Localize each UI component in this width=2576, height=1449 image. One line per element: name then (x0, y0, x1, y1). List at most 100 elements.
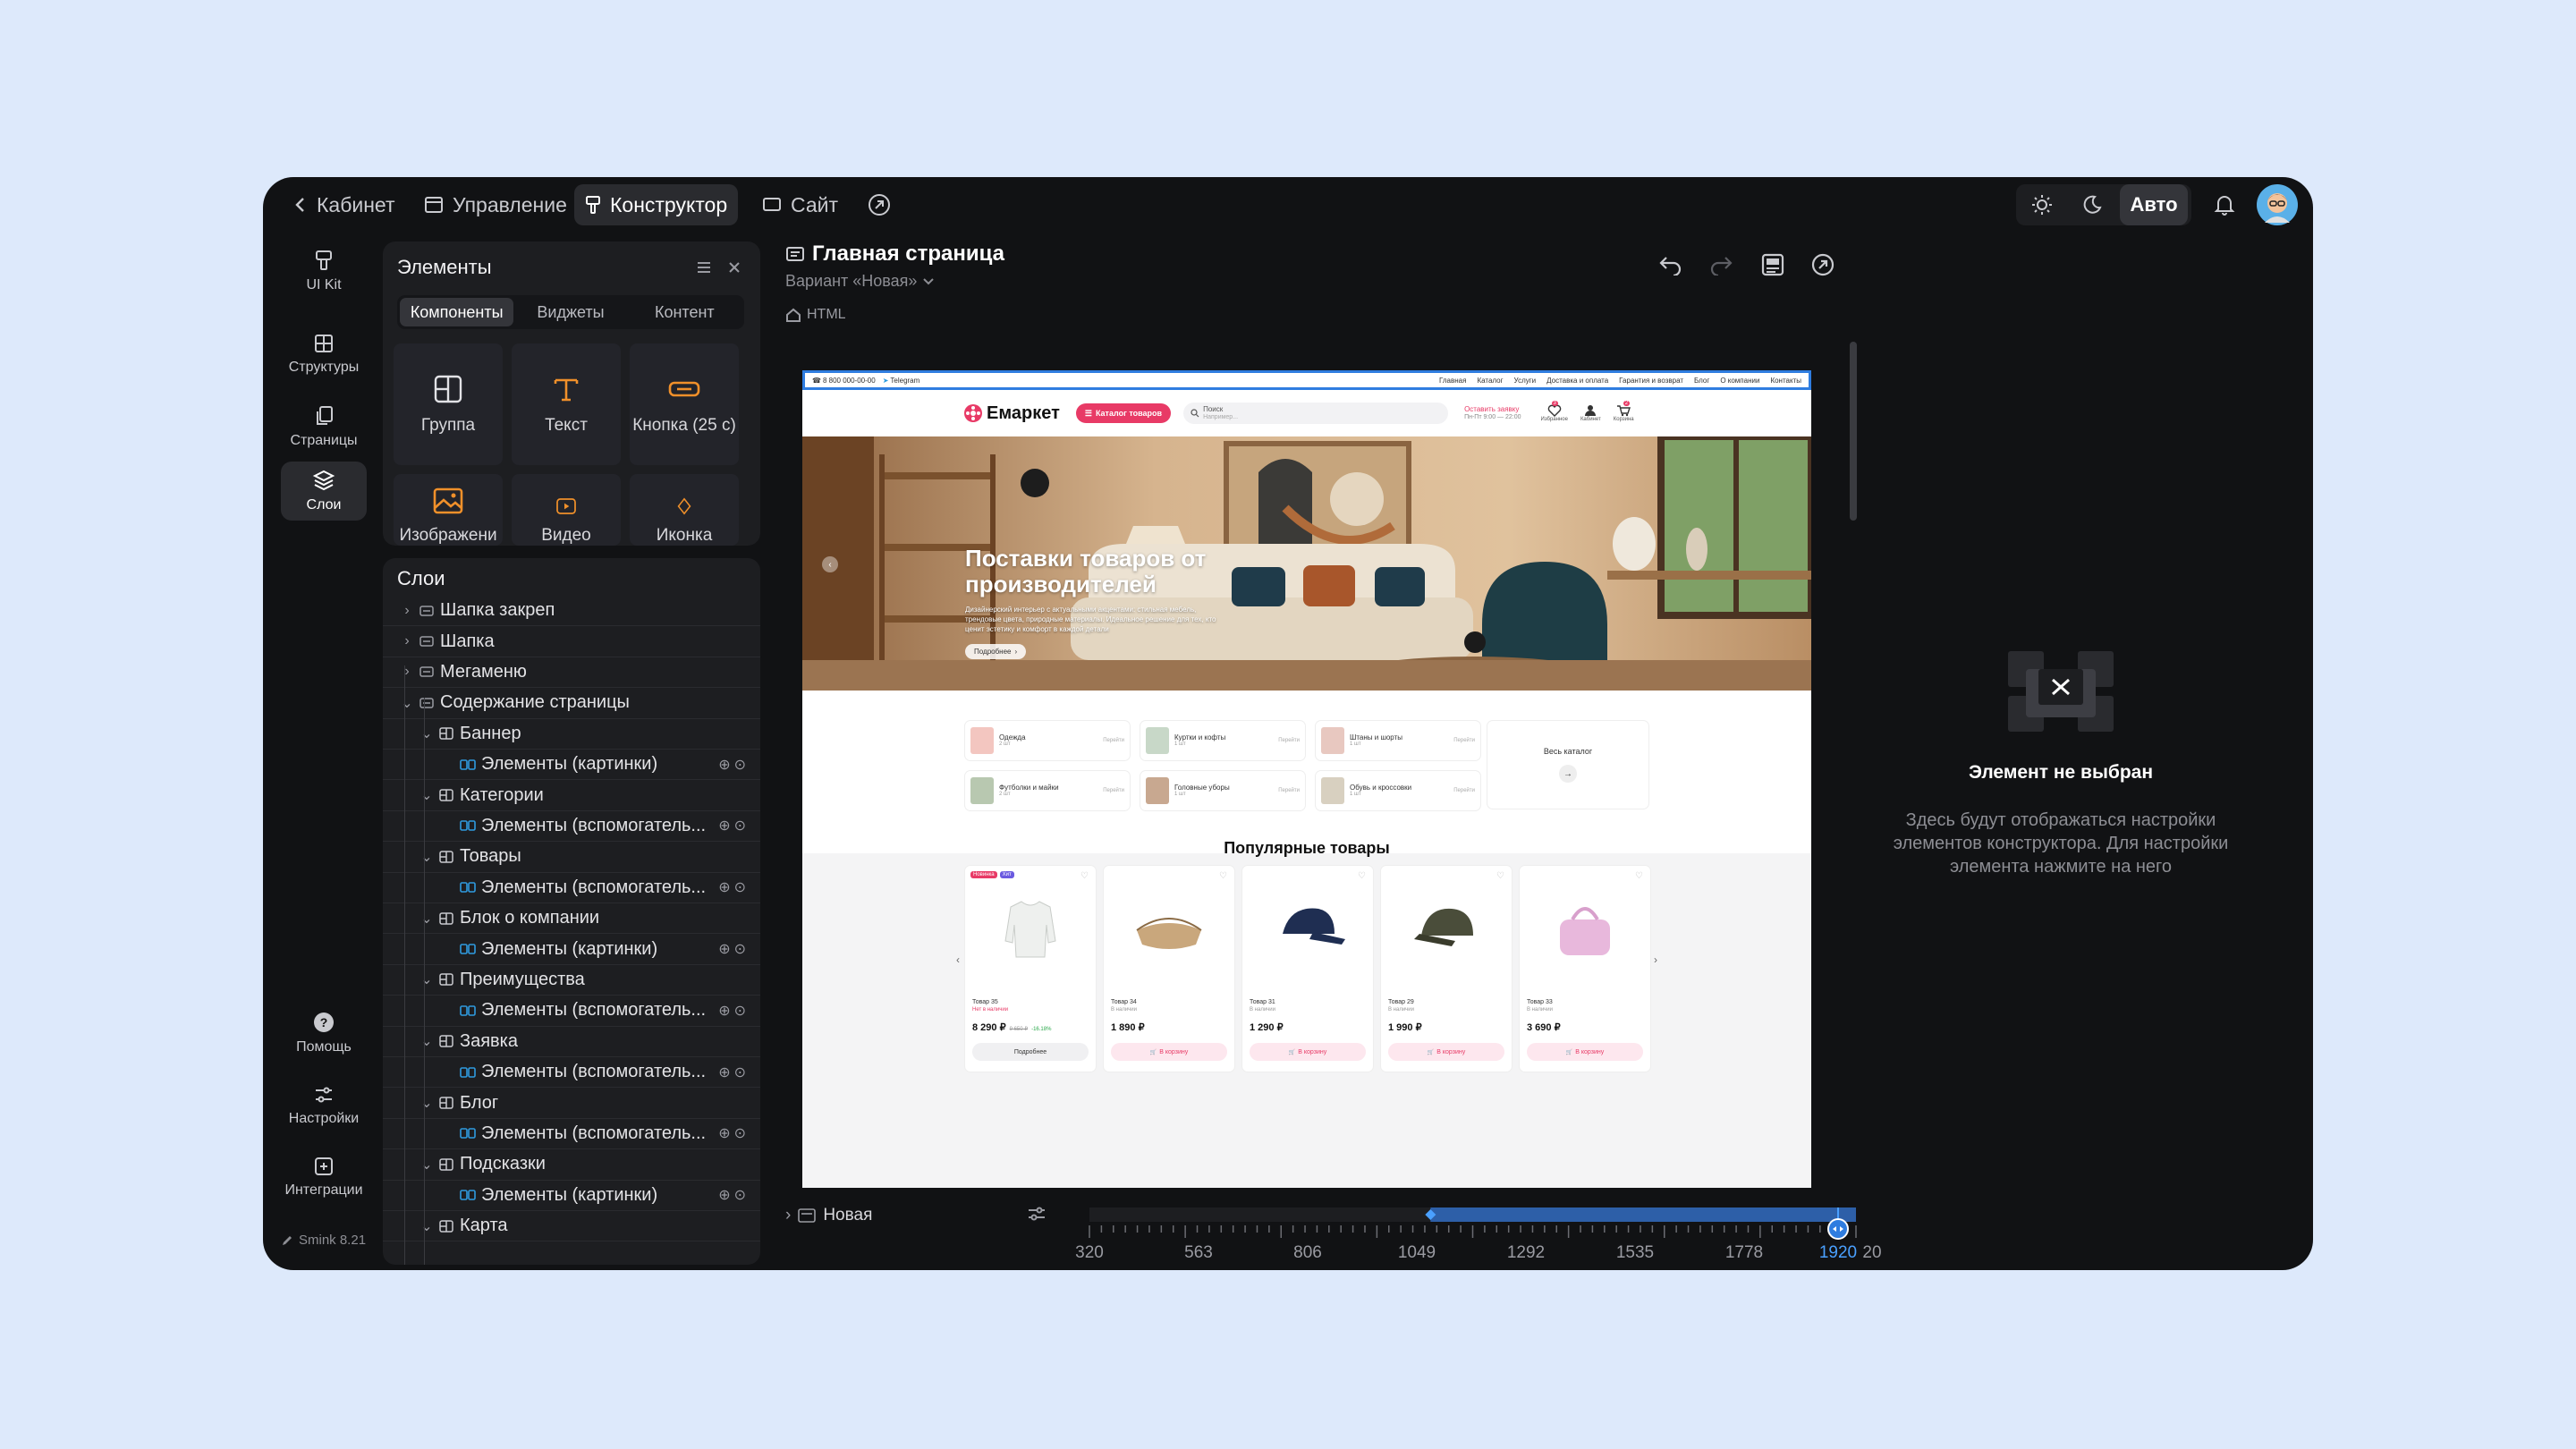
catalog-button[interactable]: ☰ Каталог товаров (1075, 403, 1172, 423)
layer-actions[interactable]: ⊕⊙ (718, 817, 750, 835)
layer-row[interactable]: Элементы (картинки) ⊕⊙ (383, 934, 760, 965)
category-card[interactable]: Куртки и кофты 1 шт Перейти (1140, 721, 1305, 760)
all-catalog-card[interactable]: Весь каталог → (1487, 721, 1648, 809)
product-name[interactable]: Товар 35 (972, 998, 1089, 1006)
header-cart[interactable]: 2 Корзина (1614, 401, 1634, 422)
layer-row[interactable]: ⌄ Подсказки (383, 1149, 760, 1181)
chevron-right-icon[interactable]: › (401, 633, 413, 649)
layer-row[interactable]: › Шапка закреп (383, 596, 760, 627)
rail-item-integrations[interactable]: Интеграции (281, 1148, 367, 1206)
add-to-cart-button[interactable]: 🛒 В корзину (1527, 1043, 1643, 1061)
tile-button[interactable]: Кнопка (25 с) (630, 343, 739, 465)
site-nav-link[interactable]: Главная (1439, 377, 1466, 385)
breadcrumb[interactable]: HTML (785, 307, 1004, 323)
product-card[interactable]: ♡ Товар 29 В наличии 1 990 ₽ 🛒 В корзину (1381, 866, 1512, 1072)
category-link[interactable]: Перейти (1278, 738, 1300, 743)
site-nav-link[interactable]: Контакты (1770, 377, 1801, 385)
open-site-button[interactable] (859, 184, 900, 225)
favorite-icon[interactable]: ♡ (1496, 871, 1504, 881)
category-link[interactable]: Перейти (1453, 788, 1475, 793)
add-to-cart-button[interactable]: 🛒 В корзину (1388, 1043, 1504, 1061)
tab-content[interactable]: Контент (628, 298, 741, 326)
rail-item-ui-kit[interactable]: UI Kit (281, 242, 367, 301)
layer-row[interactable]: ⌄ Баннер (383, 719, 760, 750)
layer-row[interactable]: Элементы (вспомогатель... ⊕⊙ (383, 811, 760, 843)
products-prev-button[interactable]: ‹ (956, 953, 960, 966)
tile-image[interactable]: Изображени (394, 474, 503, 546)
category-card[interactable]: Футболки и майки 2 шт Перейти (965, 771, 1130, 810)
notifications-button[interactable] (2204, 184, 2245, 225)
site-nav-link[interactable]: Доставка и оплата (1546, 377, 1608, 385)
category-card[interactable]: Одежда 2 шт Перейти (965, 721, 1130, 760)
chevron-down-icon[interactable]: ⌄ (420, 848, 433, 866)
chevron-down-icon[interactable]: ⌄ (420, 910, 433, 928)
header-favorites[interactable]: 3 Избранное (1541, 401, 1568, 422)
tile-video[interactable]: Видео (512, 474, 621, 546)
chevron-down-icon[interactable]: ⌄ (420, 786, 433, 804)
layer-row[interactable]: ⌄ Преимущества (383, 965, 760, 996)
chevron-down-icon[interactable]: ⌄ (420, 1032, 433, 1050)
site-logo[interactable]: Емаркет (963, 403, 1060, 424)
nav-constructor[interactable]: Конструктор (574, 184, 739, 225)
canvas-preview[interactable]: ☎ 8 800 000-00-00 ➤ Telegram Главная Ката… (802, 370, 1811, 1188)
chevron-down-icon[interactable]: ⌄ (420, 970, 433, 988)
site-nav-link[interactable]: Гарантия и возврат (1619, 377, 1683, 385)
layer-actions[interactable]: ⊕⊙ (718, 1002, 750, 1020)
product-card[interactable]: ♡ Товар 34 В наличии 1 890 ₽ 🛒 В корзину (1104, 866, 1234, 1072)
canvas-scrollbar[interactable] (1850, 342, 1857, 521)
category-link[interactable]: Перейти (1103, 738, 1124, 743)
layer-row[interactable]: › Мегаменю (383, 657, 760, 689)
request-callback[interactable]: Оставить заявку Пн-Пт 9:00 — 22:00 (1464, 405, 1521, 421)
site-nav-link[interactable]: Услуги (1514, 377, 1537, 385)
layer-row[interactable]: Элементы (вспомогатель... ⊕⊙ (383, 1057, 760, 1089)
layer-actions[interactable]: ⊕⊙ (718, 1124, 750, 1142)
layer-actions[interactable]: ⊕⊙ (718, 1063, 750, 1081)
favorite-icon[interactable]: ♡ (1635, 871, 1643, 881)
rail-item-structures[interactable]: Структуры (281, 326, 367, 383)
product-card[interactable]: ♡ Новинка Хит Товар 35 Нет в наличии 8 290 ₽9… (965, 866, 1096, 1072)
site-telegram[interactable]: Telegram (890, 377, 919, 385)
layer-row[interactable]: ⌄ Карта (383, 1211, 760, 1242)
product-details-button[interactable]: Подробнее (972, 1043, 1089, 1061)
favorite-icon[interactable]: ♡ (1219, 871, 1227, 881)
undo-button[interactable] (1658, 254, 1683, 280)
rail-item-settings[interactable]: Настройки (281, 1077, 367, 1134)
back-to-cabinet-button[interactable]: Кабинет (283, 184, 405, 225)
layer-row[interactable]: ⌄ Категории (383, 780, 760, 811)
layer-row[interactable]: Элементы (вспомогатель... ⊕⊙ (383, 873, 760, 903)
tab-components[interactable]: Компоненты (400, 298, 514, 326)
layer-actions[interactable]: ⊕⊙ (718, 1186, 750, 1204)
list-view-button[interactable] (694, 258, 714, 282)
layer-row[interactable]: ⌄ Содержание страницы (383, 688, 760, 719)
chevron-down-icon[interactable]: ⌄ (420, 1094, 433, 1112)
layer-actions[interactable]: ⊕⊙ (718, 756, 750, 774)
category-card[interactable]: Штаны и шорты 1 шт Перейти (1316, 721, 1480, 760)
products-next-button[interactable]: › (1654, 953, 1657, 966)
active-breakpoint-range[interactable] (1430, 1208, 1856, 1222)
header-account[interactable]: Кабинет (1580, 404, 1601, 422)
favorite-icon[interactable]: ♡ (1080, 871, 1089, 881)
layer-row[interactable]: ⌄ Заявка (383, 1027, 760, 1057)
chevron-down-icon[interactable]: ⌄ (401, 694, 413, 712)
layer-row[interactable]: ⌄ Товары (383, 842, 760, 873)
layer-row[interactable]: Элементы (картинки) ⊕⊙ (383, 750, 760, 781)
tile-icon[interactable]: Иконка (630, 474, 739, 546)
chevron-right-icon[interactable]: › (401, 603, 413, 619)
product-name[interactable]: Товар 33 (1527, 998, 1643, 1006)
tile-text[interactable]: Текст (512, 343, 621, 465)
chevron-down-icon[interactable]: ⌄ (420, 724, 433, 742)
product-name[interactable]: Товар 34 (1111, 998, 1227, 1006)
favorite-icon[interactable]: ♡ (1358, 871, 1366, 881)
user-avatar[interactable] (2254, 182, 2301, 228)
light-theme-button[interactable] (2021, 184, 2063, 225)
chevron-down-icon[interactable]: ⌄ (420, 1156, 433, 1174)
add-to-cart-button[interactable]: 🛒 В корзину (1111, 1043, 1227, 1061)
dark-theme-button[interactable] (2072, 184, 2113, 225)
category-card[interactable]: Головные уборы 1 шт Перейти (1140, 771, 1305, 810)
tab-widgets[interactable]: Виджеты (513, 298, 627, 326)
add-to-cart-button[interactable]: 🛒 В корзину (1250, 1043, 1366, 1061)
category-link[interactable]: Перейти (1103, 788, 1124, 793)
width-drag-handle[interactable] (1827, 1218, 1849, 1240)
product-card[interactable]: ♡ Товар 33 В наличии 3 690 ₽ 🛒 В корзину (1520, 866, 1650, 1072)
chevron-right-icon[interactable]: › (401, 664, 413, 680)
